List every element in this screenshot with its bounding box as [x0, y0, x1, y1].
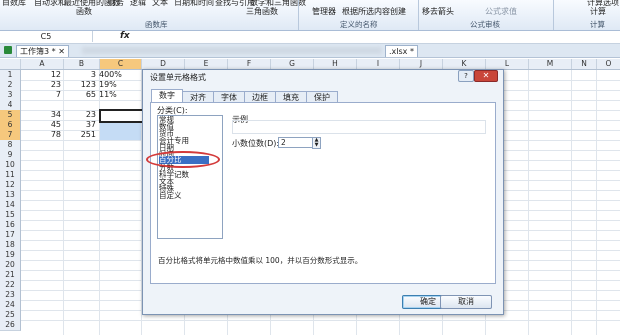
group-function-library: 函数库	[145, 20, 168, 29]
spin-arrows-icon[interactable]: ▲ ▼	[312, 137, 321, 149]
evaluate-formula-button[interactable]: 公式求值	[485, 6, 517, 17]
autosum-button[interactable]: 自动求和	[34, 0, 66, 8]
fx-icon[interactable]: fx	[120, 31, 130, 42]
cell-a2[interactable]: 23	[24, 80, 61, 90]
tab-workbook3[interactable]: 工作簿3 * ✕	[16, 45, 69, 57]
cell-a6[interactable]: 45	[24, 120, 61, 130]
tab-label: 工作簿3 *	[20, 47, 56, 56]
cell-a3[interactable]: 7	[24, 90, 61, 100]
create-from-selection-button[interactable]: 根据所选内容创建	[342, 6, 406, 17]
group-calculation: 计算	[590, 20, 605, 29]
col-header[interactable]: J	[400, 59, 443, 69]
col-header[interactable]: I	[357, 59, 400, 69]
blurred-tab-title	[82, 47, 382, 54]
gridline	[21, 320, 620, 321]
cell-a1[interactable]: 12	[24, 70, 61, 80]
col-header[interactable]: E	[185, 59, 228, 69]
ribbon-separator	[418, 0, 419, 30]
cell-a5[interactable]: 34	[24, 110, 61, 120]
formula-bar[interactable]	[0, 31, 620, 44]
dialog-title: 设置单元格格式	[150, 73, 206, 82]
highlight-ellipse	[146, 151, 220, 168]
ribbon-label: 函数	[76, 7, 92, 16]
col-header[interactable]: G	[271, 59, 314, 69]
text-button[interactable]: 文本	[152, 0, 168, 8]
cancel-button[interactable]: 取消	[440, 295, 492, 309]
cell-b2[interactable]: 123	[64, 80, 96, 90]
col-header[interactable]: L	[486, 59, 529, 69]
cell-b5[interactable]: 23	[64, 110, 96, 120]
cell-b1[interactable]: 3	[64, 70, 96, 80]
group-formula-auditing: 公式审核	[470, 20, 500, 29]
cell-b7[interactable]: 251	[64, 130, 96, 140]
cell-c3[interactable]: 11%	[99, 90, 139, 100]
tab-other-workbook[interactable]: .xlsx *	[385, 45, 418, 57]
decimal-places-input[interactable]: 2	[278, 137, 314, 148]
col-header[interactable]: F	[228, 59, 271, 69]
sample-box	[232, 120, 486, 134]
select-all-corner[interactable]	[0, 59, 21, 69]
name-box[interactable]: C5	[0, 31, 93, 42]
col-header[interactable]: A	[21, 59, 64, 69]
trig-functions-button[interactable]: 三角函数	[246, 6, 278, 17]
decimal-places-label: 小数位数(D):	[232, 139, 280, 148]
active-cell[interactable]	[99, 109, 144, 123]
ribbon-separator	[553, 0, 554, 30]
tab-label: .xlsx *	[389, 47, 414, 56]
ribbon: 目数库 自动求和 最近使用的函数 财务 逻辑 文本 日期和时间 查找与引用 数学…	[0, 0, 620, 31]
category-item-custom[interactable]: 自定义	[159, 192, 182, 200]
col-header[interactable]: N	[572, 59, 597, 69]
col-header[interactable]: O	[597, 59, 620, 69]
cell-a7[interactable]: 78	[24, 130, 61, 140]
datetime-button[interactable]: 日期和时间	[174, 0, 214, 8]
cell-b6[interactable]: 37	[64, 120, 96, 130]
row-header[interactable]: 26	[0, 320, 21, 331]
excel-icon	[4, 46, 12, 54]
close-icon[interactable]: ✕	[58, 47, 65, 56]
ribbon-item[interactable]: 目数库	[2, 0, 26, 8]
format-description: 百分比格式将单元格中数值乘以 100，并以百分数形式显示。	[158, 256, 363, 265]
col-header[interactable]: B	[64, 59, 100, 69]
col-header[interactable]: D	[142, 59, 185, 69]
financial-button[interactable]: 财务	[108, 0, 124, 8]
col-header[interactable]: H	[314, 59, 357, 69]
col-header-selected[interactable]: C	[100, 59, 142, 69]
help-button[interactable]: ?	[458, 70, 474, 82]
close-button[interactable]: ✕	[474, 70, 498, 82]
cell-c2[interactable]: 19%	[99, 80, 139, 90]
ribbon-separator	[298, 0, 299, 30]
col-header[interactable]: M	[529, 59, 572, 69]
group-defined-names: 定义的名称	[340, 20, 378, 29]
tab-number[interactable]: 数字	[151, 89, 183, 103]
col-header[interactable]: K	[443, 59, 486, 69]
name-manager-button[interactable]: 管理器	[312, 6, 336, 17]
cell-b3[interactable]: 65	[64, 90, 96, 100]
logical-button[interactable]: 逻辑	[130, 0, 146, 8]
calculate-button[interactable]: 计算	[590, 6, 606, 17]
cell-c1[interactable]: 400%	[99, 70, 139, 80]
remove-arrows-button[interactable]: 移去箭头	[422, 6, 454, 17]
